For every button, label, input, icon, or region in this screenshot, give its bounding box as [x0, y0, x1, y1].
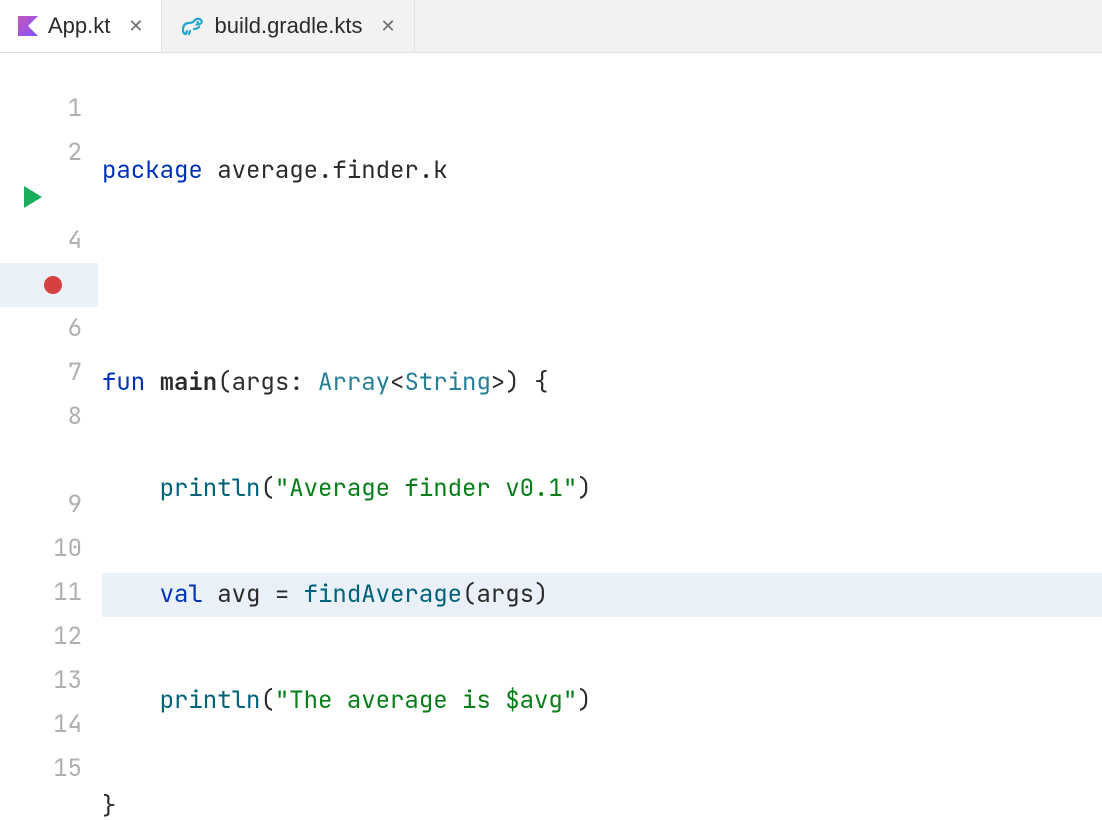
- gutter-line[interactable]: 11: [0, 571, 98, 615]
- code-line[interactable]: println("The average is $avg"): [102, 679, 1102, 723]
- editor-tabbar: App.kt ✕ build.gradle.kts ✕: [0, 0, 1102, 53]
- tab-app-kt[interactable]: App.kt ✕: [0, 0, 162, 52]
- tab-build-gradle-kts[interactable]: build.gradle.kts ✕: [162, 0, 414, 52]
- code-line[interactable]: [102, 255, 1102, 299]
- code-line[interactable]: fun main(args: Array<String>) {: [102, 361, 1102, 405]
- gradle-icon: [180, 16, 204, 36]
- code-line[interactable]: val avg = findAverage(args): [102, 573, 1102, 617]
- code-line[interactable]: package average.finder.k: [102, 149, 1102, 193]
- code-line[interactable]: println("Average finder v0.1"): [102, 467, 1102, 511]
- close-icon[interactable]: ✕: [128, 16, 143, 37]
- gutter-line[interactable]: [0, 263, 98, 307]
- gutter-line[interactable]: 8: [0, 395, 98, 439]
- editor-content[interactable]: package average.finder.k fun main(args: …: [98, 53, 1102, 820]
- gutter-line[interactable]: 1: [0, 87, 98, 131]
- gutter-inlay-spacer: [0, 439, 98, 483]
- tab-label: App.kt: [48, 13, 110, 39]
- tab-label: build.gradle.kts: [214, 13, 362, 39]
- gutter-line[interactable]: 6: [0, 307, 98, 351]
- gutter-line[interactable]: 9: [0, 483, 98, 527]
- close-icon[interactable]: ✕: [380, 16, 395, 37]
- kotlin-icon: [18, 16, 38, 36]
- gutter-line[interactable]: 7: [0, 351, 98, 395]
- gutter-line[interactable]: 14: [0, 703, 98, 747]
- gutter-line[interactable]: [0, 175, 98, 219]
- gutter-line[interactable]: 4: [0, 219, 98, 263]
- gutter-line[interactable]: 15: [0, 747, 98, 791]
- gutter-line[interactable]: 10: [0, 527, 98, 571]
- run-icon[interactable]: [24, 186, 42, 208]
- code-line[interactable]: }: [102, 785, 1102, 820]
- gutter-line[interactable]: 2: [0, 131, 98, 175]
- breakpoint-icon[interactable]: [44, 276, 62, 294]
- gutter-line[interactable]: 12: [0, 615, 98, 659]
- editor-gutter[interactable]: 1 2 4 6 7 8 9 10 11 12 13 14 15: [0, 53, 98, 820]
- code-editor[interactable]: 1 2 4 6 7 8 9 10 11 12 13 14 15 package …: [0, 53, 1102, 820]
- gutter-line[interactable]: 13: [0, 659, 98, 703]
